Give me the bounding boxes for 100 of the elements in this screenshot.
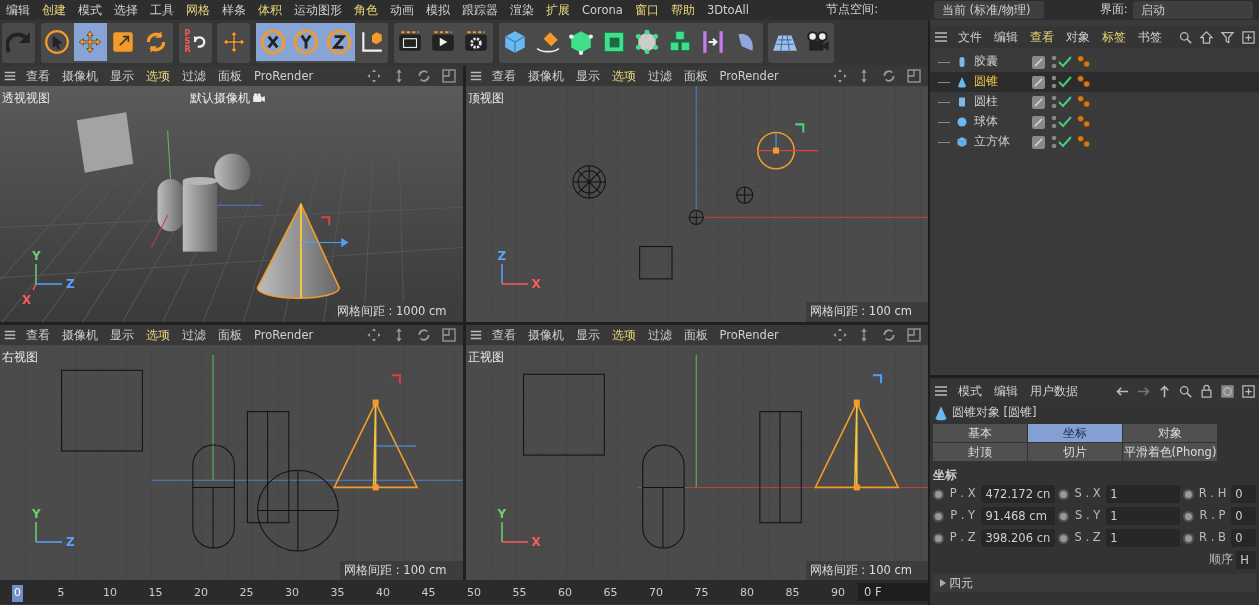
lock-icon[interactable]: [1199, 383, 1214, 399]
value-field[interactable]: 0: [1231, 485, 1257, 503]
object-menu-item[interactable]: 文件: [952, 27, 988, 47]
keyframe-radio[interactable]: [1182, 532, 1194, 544]
menu-item[interactable]: 角色: [348, 0, 384, 20]
current-frame-field[interactable]: 0 F: [858, 583, 928, 601]
menu-item[interactable]: 选择: [108, 0, 144, 20]
menu-item[interactable]: 渲染: [504, 0, 540, 20]
keyframe-radio[interactable]: [1057, 510, 1069, 522]
menu-item[interactable]: 扩展: [540, 0, 576, 20]
collapsible-group[interactable]: 四元: [932, 573, 1257, 592]
value-field[interactable]: 398.206 cn: [981, 529, 1055, 547]
node-space-dropdown[interactable]: 当前 (标准/物理): [933, 1, 1044, 19]
attribute-tab[interactable]: 对象: [1123, 424, 1217, 442]
object-menu-item[interactable]: 对象: [1060, 27, 1096, 47]
search-icon[interactable]: [1178, 383, 1193, 399]
value-field[interactable]: 0: [1231, 529, 1257, 547]
viewport-menu-item[interactable]: 查看: [20, 66, 56, 86]
value-field[interactable]: 1: [1106, 485, 1180, 503]
keyframe-radio[interactable]: [932, 532, 944, 544]
object-menu-item[interactable]: 标签: [1096, 27, 1132, 47]
visibility-check-icon[interactable]: [1050, 94, 1073, 110]
viewport-menu-item[interactable]: 摄像机: [521, 66, 570, 86]
menu-item[interactable]: 3DtoAll: [700, 0, 755, 20]
attribute-tab[interactable]: 封顶: [933, 443, 1027, 461]
add-icon[interactable]: [1241, 383, 1256, 399]
menu-item[interactable]: 动画: [384, 0, 420, 20]
visibility-check-icon[interactable]: [1050, 74, 1073, 90]
pan-view-icon[interactable]: [366, 326, 382, 343]
viewport-menu-item[interactable]: ProRender: [713, 324, 785, 345]
maximize-view-icon[interactable]: [440, 68, 457, 84]
menu-item[interactable]: 创建: [36, 0, 72, 20]
layout-dropdown[interactable]: 启动: [1133, 1, 1254, 19]
viewport-menu-item[interactable]: 显示: [104, 66, 140, 86]
maximize-view-icon[interactable]: [906, 326, 923, 343]
layer-icon[interactable]: [1031, 115, 1045, 129]
keyframe-radio[interactable]: [932, 510, 944, 522]
viewport-menu-item[interactable]: 过滤: [176, 324, 212, 345]
viewport-menu-item[interactable]: 面板: [212, 324, 248, 345]
viewport-menu-item[interactable]: 查看: [20, 324, 56, 345]
object-menu-item[interactable]: 编辑: [988, 27, 1024, 47]
attribute-tab[interactable]: 坐标: [1028, 424, 1122, 442]
texture-icon[interactable]: [1220, 383, 1235, 399]
filter-icon[interactable]: [1220, 29, 1235, 45]
menu-item[interactable]: Corona: [576, 0, 629, 20]
keyframe-radio[interactable]: [932, 488, 944, 500]
visibility-check-icon[interactable]: [1050, 134, 1073, 150]
value-field[interactable]: 91.468 cm: [981, 507, 1055, 525]
attribute-menu-item[interactable]: 编辑: [988, 381, 1024, 401]
tool-button[interactable]: [322, 23, 355, 61]
attribute-tab[interactable]: 切片: [1028, 443, 1122, 461]
viewport-menu-item[interactable]: 查看: [485, 324, 522, 345]
keyframe-radio[interactable]: [1182, 488, 1194, 500]
viewport-menu-item[interactable]: 面板: [212, 66, 248, 86]
viewport-menu-item[interactable]: 显示: [104, 324, 140, 345]
maximize-view-icon[interactable]: [440, 326, 457, 343]
keyframe-radio[interactable]: [1057, 488, 1069, 500]
menu-icon[interactable]: [933, 29, 949, 45]
menu-item[interactable]: 模式: [72, 0, 108, 20]
viewport-menu-item[interactable]: 过滤: [641, 324, 678, 345]
viewport-menu-item[interactable]: 摄像机: [521, 324, 570, 345]
menu-item[interactable]: 跟踪器: [456, 0, 504, 20]
order-dropdown[interactable]: H: [1236, 551, 1257, 569]
visibility-check-icon[interactable]: [1050, 114, 1073, 130]
viewport-menu-item[interactable]: 面板: [677, 66, 714, 86]
menu-icon[interactable]: [3, 69, 17, 83]
tool-button[interactable]: [256, 23, 289, 61]
maximize-view-icon[interactable]: [906, 68, 923, 84]
menu-icon[interactable]: [933, 383, 949, 399]
viewport-menu-item[interactable]: 选项: [140, 66, 176, 86]
menu-item[interactable]: 网格: [180, 0, 216, 20]
attribute-menu-item[interactable]: 模式: [952, 381, 988, 401]
viewport-menu-item[interactable]: 过滤: [176, 66, 212, 86]
attribute-tab[interactable]: 平滑着色(Phong): [1123, 443, 1217, 461]
viewport-menu-item[interactable]: 摄像机: [56, 324, 104, 345]
viewport-menu-item[interactable]: 摄像机: [56, 66, 104, 86]
layer-icon[interactable]: [1031, 95, 1045, 109]
visibility-check-icon[interactable]: [1050, 54, 1073, 70]
menu-item[interactable]: 窗口: [628, 0, 665, 20]
search-icon[interactable]: [1178, 29, 1193, 45]
viewport-menu-item[interactable]: 查看: [485, 66, 522, 86]
object-menu-item[interactable]: 书签: [1132, 27, 1168, 47]
viewport-menu-item[interactable]: ProRender: [248, 324, 320, 345]
attribute-menu-item[interactable]: 用户数据: [1024, 381, 1084, 401]
keyframe-radio[interactable]: [1182, 510, 1194, 522]
menu-item[interactable]: 模拟: [420, 0, 456, 20]
viewport-menu-item[interactable]: ProRender: [713, 66, 785, 86]
viewport-menu-item[interactable]: 选项: [605, 66, 642, 86]
value-field[interactable]: 1: [1106, 529, 1180, 547]
attribute-tab[interactable]: 基本: [933, 424, 1027, 442]
pan-view-icon[interactable]: [831, 68, 848, 84]
add-icon[interactable]: [1241, 29, 1256, 45]
object-row[interactable]: 圆锥: [930, 72, 1259, 92]
menu-item[interactable]: 体积: [252, 0, 288, 20]
viewport-menu-item[interactable]: 选项: [140, 324, 176, 345]
viewport-menu-item[interactable]: 选项: [605, 324, 642, 345]
up-arrow-icon[interactable]: [1157, 383, 1172, 399]
keyframe-radio[interactable]: [1057, 532, 1069, 544]
menu-item[interactable]: 帮助: [664, 0, 701, 20]
pan-view-icon[interactable]: [366, 68, 382, 84]
